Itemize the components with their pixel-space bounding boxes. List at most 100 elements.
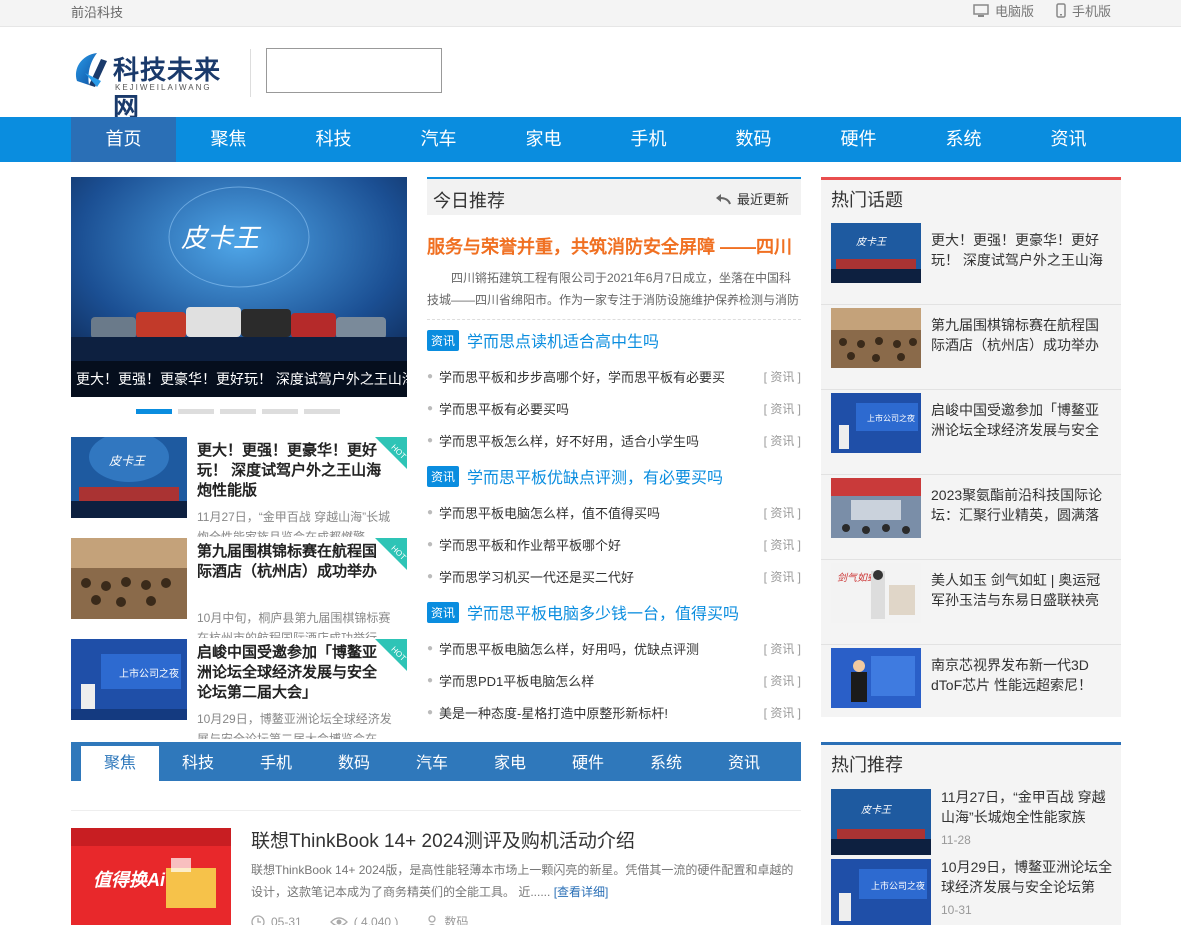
nav-item-focus[interactable]: 聚焦 — [176, 117, 281, 162]
list-item[interactable]: ● 学而思学习机买一代还是买二代好 [ 资讯 ] — [427, 560, 801, 592]
item-category[interactable]: [ 资讯 ] — [764, 704, 801, 721]
article-title[interactable]: 第九届围棋锦标赛在航程国际酒店（杭州店）成功举办 — [197, 542, 387, 582]
topic-thumbnail[interactable]: 皮卡王 — [831, 223, 921, 283]
article-thumbnail[interactable]: 皮卡王 — [71, 437, 187, 518]
topic-title[interactable]: 2023聚氨酯前沿科技国际论坛：汇聚行业精英，圆满落 — [931, 485, 1109, 527]
list-item[interactable]: ● 学而思平板电脑怎么样，好用吗，优缺点评测 [ 资讯 ] — [427, 632, 801, 664]
list-item[interactable]: ● 学而思平板怎么样，好不好用，适合小学生吗 [ 资讯 ] — [427, 424, 801, 456]
recent-updates-link[interactable]: 最近更新 — [715, 189, 789, 208]
nav-item-home[interactable]: 首页 — [71, 117, 176, 162]
tab-system[interactable]: 系统 — [627, 746, 705, 781]
recommend-item-title[interactable]: 11月27日，“金甲百战 穿越山海”长城炮全性能家族 — [941, 787, 1113, 827]
list-item[interactable]: ● 学而思PD1平板电脑怎么样 [ 资讯 ] — [427, 664, 801, 696]
list-item[interactable]: 上市公司之夜 启峻中国受邀参加「博鳌亚洲论坛全球经济发展与安全论坛第二届大会」 … — [71, 639, 407, 740]
tab-tech[interactable]: 科技 — [159, 746, 237, 781]
list-item[interactable]: 皮卡王 11月27日，“金甲百战 穿越山海”长城炮全性能家族 11-28 — [821, 785, 1121, 855]
list-item[interactable]: 皮卡王 更大！更强！更豪华！更好玩！ 深度试驾户外之王山海炮性能版 11月27日… — [71, 437, 407, 538]
item-title[interactable]: 学而思平板有必要买吗 — [439, 399, 569, 418]
tab-auto[interactable]: 汽车 — [393, 746, 471, 781]
list-item[interactable]: ● 学而思平板和步步高哪个好，学而思平板有必要买 [ 资讯 ] — [427, 360, 801, 392]
hero-caption[interactable]: 更大！更强！更豪华！更好玩！ 深度试驾户外之王山海 — [71, 361, 407, 397]
nav-item-tech[interactable]: 科技 — [281, 117, 386, 162]
category-tag[interactable]: 资讯 — [427, 601, 460, 623]
category-tag[interactable]: 资讯 — [427, 465, 460, 487]
group-title-link[interactable]: 学而思平板电脑多少钱一台，值得买吗 — [467, 600, 739, 624]
tab-digital[interactable]: 数码 — [315, 746, 393, 781]
nav-item-system[interactable]: 系统 — [911, 117, 1016, 162]
article-thumbnail[interactable] — [71, 538, 187, 619]
headline-link[interactable]: 服务与荣誉并重，共筑消防安全屏障 ——四川 — [427, 233, 801, 259]
article-thumbnail[interactable]: 值得换Ai — [71, 828, 231, 925]
topic-thumbnail[interactable]: 上市公司之夜 — [831, 393, 921, 453]
item-title[interactable]: 学而思平板和作业帮平板哪个好 — [439, 535, 621, 554]
tab-news[interactable]: 资讯 — [705, 746, 783, 781]
item-category[interactable]: [ 资讯 ] — [764, 640, 801, 657]
recommend-item-title[interactable]: 10月29日，博鳌亚洲论坛全球经济发展与安全论坛第 — [941, 857, 1113, 897]
list-item[interactable]: ● 美是一种态度-星格打造中原整形新标杆! [ 资讯 ] — [427, 696, 801, 728]
nav-item-hardware[interactable]: 硬件 — [806, 117, 911, 162]
list-item[interactable]: 剑气如虹 美人如玉 剑气如虹 | 奥运冠军孙玉洁与东易日盛联袂亮 — [821, 560, 1121, 645]
item-category[interactable]: [ 资讯 ] — [764, 536, 801, 553]
topic-thumbnail[interactable]: 剑气如虹 — [831, 563, 921, 623]
pc-version-link[interactable]: 电脑版 — [973, 1, 1034, 20]
tab-appliance[interactable]: 家电 — [471, 746, 549, 781]
list-item[interactable]: 皮卡王 更大！更强！更豪华！更好玩！ 深度试驾户外之王山海 — [821, 220, 1121, 305]
hero-slider[interactable]: 皮卡王 更大！更强！更豪华！更好玩！ 深度试驾户外之王山海 — [71, 177, 407, 397]
item-title[interactable]: 美是一种态度-星格打造中原整形新标杆! — [439, 703, 668, 722]
recommend-thumbnail[interactable]: 上市公司之夜 — [831, 859, 931, 925]
nav-item-appliance[interactable]: 家电 — [491, 117, 596, 162]
site-label[interactable]: 前沿科技 — [71, 2, 123, 21]
tab-focus[interactable]: 聚焦 — [81, 746, 159, 781]
list-item[interactable]: 第九届围棋锦标赛在航程国际酒店（杭州店）成功举办 — [821, 305, 1121, 390]
topic-title[interactable]: 南京芯视界发布新一代3D dToF芯片 性能远超索尼！ — [931, 655, 1109, 697]
article-thumbnail[interactable]: 上市公司之夜 — [71, 639, 187, 720]
topic-title[interactable]: 第九届围棋锦标赛在航程国际酒店（杭州店）成功举办 — [931, 315, 1109, 357]
item-title[interactable]: 学而思PD1平板电脑怎么样 — [439, 671, 594, 690]
item-category[interactable]: [ 资讯 ] — [764, 568, 801, 585]
list-item[interactable]: 上市公司之夜 10月29日，博鳌亚洲论坛全球经济发展与安全论坛第 10-31 — [821, 855, 1121, 925]
list-item[interactable]: ● 学而思平板有必要买吗 [ 资讯 ] — [427, 392, 801, 424]
nav-item-phone[interactable]: 手机 — [596, 117, 701, 162]
list-item[interactable]: ● 学而思平板和作业帮平板哪个好 [ 资讯 ] — [427, 528, 801, 560]
topic-thumbnail[interactable] — [831, 308, 921, 368]
item-title[interactable]: 学而思平板电脑怎么样，好用吗，优缺点评测 — [439, 639, 699, 658]
tab-hardware[interactable]: 硬件 — [549, 746, 627, 781]
topic-title[interactable]: 启峻中国受邀参加「博鳌亚洲论坛全球经济发展与安全 — [931, 400, 1109, 442]
list-item[interactable]: 上市公司之夜 启峻中国受邀参加「博鳌亚洲论坛全球经济发展与安全 — [821, 390, 1121, 475]
list-item[interactable]: 第九届围棋锦标赛在航程国际酒店（杭州店）成功举办 10月中旬，桐庐县第九届围棋锦… — [71, 538, 407, 639]
list-item[interactable]: 2023聚氨酯前沿科技国际论坛：汇聚行业精英，圆满落 — [821, 475, 1121, 560]
mobile-version-link[interactable]: 手机版 — [1056, 1, 1111, 20]
article-item[interactable]: 值得换Ai 联想ThinkBook 14+ 2024测评及购机活动介绍 联想Th… — [71, 811, 801, 925]
item-title[interactable]: 学而思学习机买一代还是买二代好 — [439, 567, 634, 586]
item-title[interactable]: 学而思平板和步步高哪个好，学而思平板有必要买 — [439, 367, 725, 386]
item-title[interactable]: 学而思平板电脑怎么样，值不值得买吗 — [439, 503, 660, 522]
topic-title[interactable]: 更大！更强！更豪华！更好玩！ 深度试驾户外之王山海 — [931, 230, 1109, 272]
topic-thumbnail[interactable] — [831, 648, 921, 708]
article-title[interactable]: 联想ThinkBook 14+ 2024测评及购机活动介绍 — [251, 826, 635, 853]
slider-dot[interactable] — [220, 409, 256, 414]
item-category[interactable]: [ 资讯 ] — [764, 368, 801, 385]
list-item[interactable]: ● 学而思平板电脑怎么样，值不值得买吗 [ 资讯 ] — [427, 496, 801, 528]
nav-item-digital[interactable]: 数码 — [701, 117, 806, 162]
item-category[interactable]: [ 资讯 ] — [764, 400, 801, 417]
article-title[interactable]: 更大！更强！更豪华！更好玩！ 深度试驾户外之王山海炮性能版 — [197, 441, 387, 501]
item-category[interactable]: [ 资讯 ] — [764, 504, 801, 521]
slider-dot[interactable] — [178, 409, 214, 414]
topic-title[interactable]: 美人如玉 剑气如虹 | 奥运冠军孙玉洁与东易日盛联袂亮 — [931, 570, 1109, 612]
recommend-thumbnail[interactable]: 皮卡王 — [831, 789, 931, 855]
group-title-link[interactable]: 学而思点读机适合高中生吗 — [467, 328, 659, 352]
item-category[interactable]: [ 资讯 ] — [764, 672, 801, 689]
slider-dot[interactable] — [304, 409, 340, 414]
item-category[interactable]: [ 资讯 ] — [764, 432, 801, 449]
broken-ad-image[interactable] — [266, 48, 442, 93]
list-item[interactable]: 南京芯视界发布新一代3D dToF芯片 性能远超索尼！ — [821, 645, 1121, 730]
view-details-link[interactable]: [查看详细] — [554, 885, 609, 899]
category-tag[interactable]: 资讯 — [427, 329, 460, 351]
tab-phone[interactable]: 手机 — [237, 746, 315, 781]
article-category[interactable]: 数码 — [426, 913, 468, 925]
slider-dot[interactable] — [262, 409, 298, 414]
topic-thumbnail[interactable] — [831, 478, 921, 538]
site-logo[interactable]: 科技未来网 KEJIWEILAIWANG — [71, 47, 231, 123]
nav-item-news[interactable]: 资讯 — [1016, 117, 1121, 162]
article-title[interactable]: 启峻中国受邀参加「博鳌亚洲论坛全球经济发展与安全论坛第二届大会」 — [197, 643, 387, 703]
